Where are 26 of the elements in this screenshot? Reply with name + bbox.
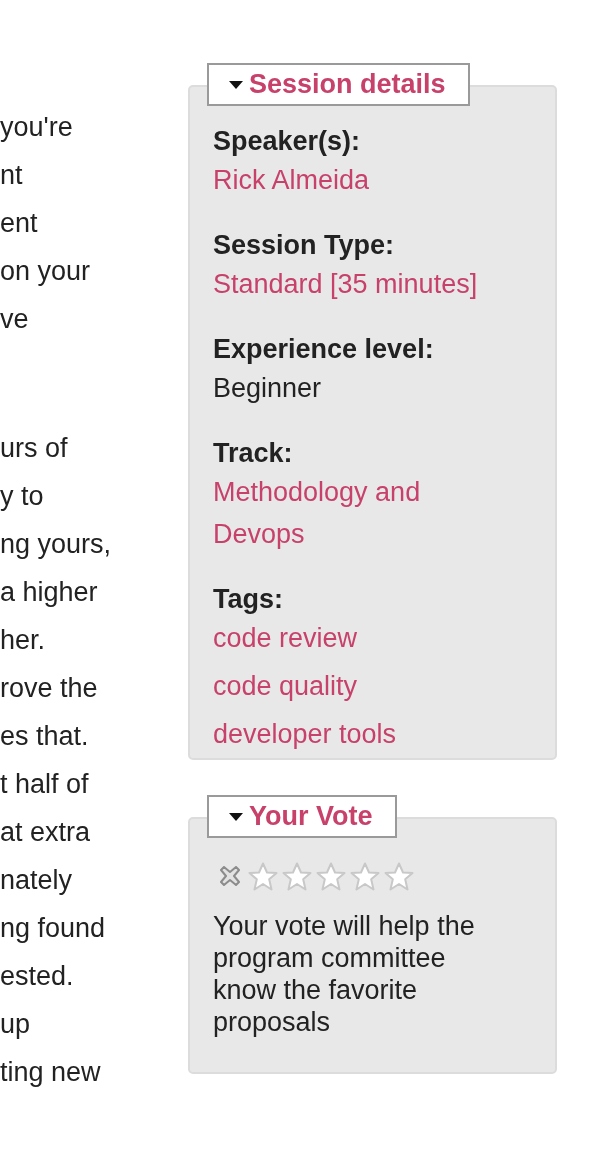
detail-link[interactable]: Standard [35 minutes] — [213, 263, 478, 305]
star-icon[interactable] — [248, 861, 278, 891]
star-rating[interactable] — [248, 861, 414, 891]
field-label: Track: — [213, 437, 293, 470]
vote-description: Your vote will help the program committee know the favorite proposals — [213, 910, 476, 1038]
section-toggle[interactable]: Your Vote — [207, 795, 397, 838]
star-icon[interactable] — [384, 861, 414, 891]
cross-icon[interactable] — [220, 866, 240, 886]
detail-link[interactable]: code quality — [213, 665, 358, 707]
star-icon[interactable] — [316, 861, 346, 891]
detail-value: Beginner — [213, 372, 322, 405]
field-label: Session Type: — [213, 229, 395, 262]
caret-down-icon — [229, 812, 243, 821]
detail-link[interactable]: code review — [213, 617, 358, 659]
detail-link[interactable]: Methodology and Devops — [213, 471, 503, 555]
field-label: Experience level: — [213, 333, 434, 366]
caret-down-icon — [229, 80, 243, 89]
body-text: urs of y to ng yours, a higher her. rove the es that. t half of at extra nately ng found ested. up ting new — [0, 432, 112, 1089]
field-label: Speaker(s): — [213, 125, 361, 158]
detail-link[interactable]: developer tools — [213, 713, 397, 755]
star-icon[interactable] — [350, 861, 380, 891]
star-icon[interactable] — [282, 861, 312, 891]
detail-link[interactable]: Rick Almeida — [213, 159, 370, 201]
body-text: you're nt ent on your ve — [0, 111, 91, 336]
section-toggle[interactable]: Session details — [207, 63, 470, 106]
field-label: Tags: — [213, 583, 283, 616]
